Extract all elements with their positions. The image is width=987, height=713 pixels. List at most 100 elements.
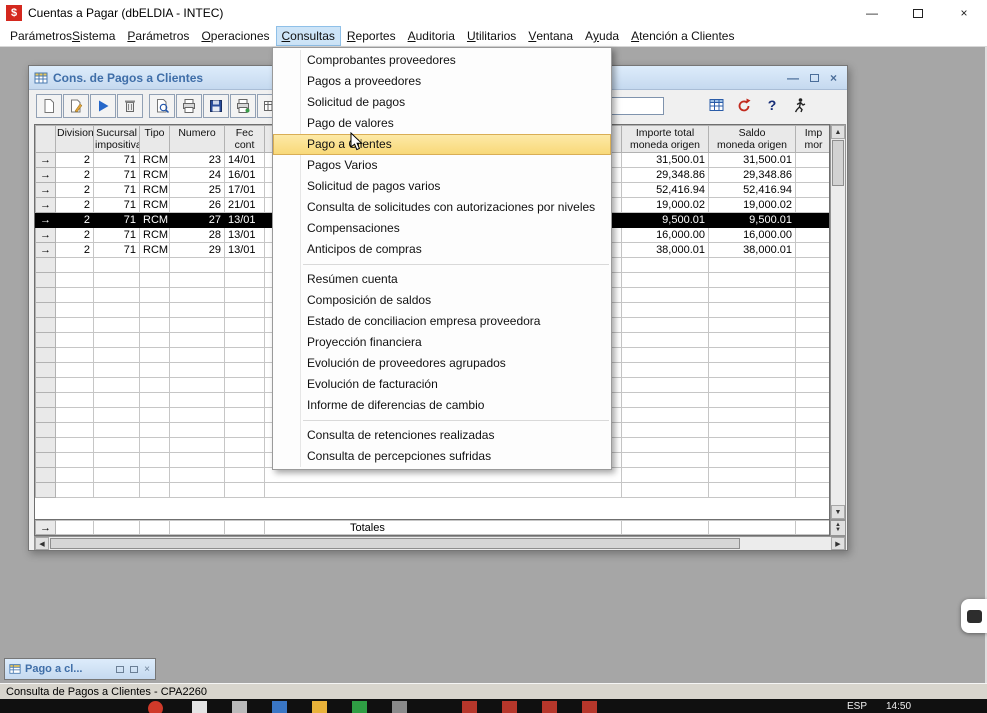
menu-item-estado-de-conciliacion-empresa-proveedora[interactable]: Estado de conciliacion empresa proveedor… — [273, 311, 611, 332]
cell[interactable]: 17/01 — [225, 183, 265, 198]
table-view-button[interactable] — [707, 96, 725, 114]
scroll-down-button[interactable]: ▼ — [831, 505, 845, 519]
cell[interactable]: 2 — [56, 213, 94, 228]
cell[interactable]: 2 — [56, 168, 94, 183]
column-header-tipo[interactable]: Tipo — [140, 126, 170, 153]
cell[interactable]: 26 — [170, 198, 225, 213]
scroll-left-button[interactable]: ◀ — [35, 537, 49, 550]
menu-item-consulta-de-solicitudes-con-autorizaciones-por-niveles[interactable]: Consulta de solicitudes con autorizacion… — [273, 197, 611, 218]
cell[interactable]: 71 — [94, 183, 140, 198]
cell[interactable]: 2 — [56, 228, 94, 243]
cell[interactable]: RCM — [140, 153, 170, 168]
row-marker[interactable]: → — [36, 153, 56, 168]
horizontal-scroll-thumb[interactable] — [50, 538, 740, 549]
cell[interactable]: 16/01 — [225, 168, 265, 183]
row-spinner[interactable]: ▲ ▼ — [830, 520, 846, 536]
minwin-restore-button[interactable] — [116, 666, 124, 673]
menu-item-pago-a-clientes[interactable]: Pago a Clientes — [273, 134, 611, 155]
save-button[interactable] — [203, 94, 229, 118]
print-setup-button[interactable] — [230, 94, 256, 118]
cell[interactable]: 38,000.01 — [709, 243, 796, 258]
horizontal-scrollbar[interactable]: ◀ ▶ — [34, 536, 846, 551]
new-button[interactable] — [36, 94, 62, 118]
menubar-item-utilitarios[interactable]: Utilitarios — [461, 26, 522, 46]
cell[interactable]: 29 — [170, 243, 225, 258]
child-restore-button[interactable] — [810, 74, 819, 82]
cell[interactable]: 71 — [94, 198, 140, 213]
language-indicator[interactable]: ESP — [847, 701, 867, 712]
cell[interactable]: 38,000.01 — [622, 243, 709, 258]
menu-item-comprobantes-proveedores[interactable]: Comprobantes proveedores — [273, 50, 611, 71]
cell[interactable] — [796, 168, 831, 183]
cell[interactable]: 14/01 — [225, 153, 265, 168]
row-marker[interactable]: → — [36, 183, 56, 198]
menubar-item-operaciones[interactable]: Operaciones — [195, 26, 275, 46]
menu-item-resumen-cuenta[interactable]: Resúmen cuenta — [273, 269, 611, 290]
print-button[interactable] — [176, 94, 202, 118]
cell[interactable]: 71 — [94, 213, 140, 228]
cell[interactable]: 71 — [94, 228, 140, 243]
column-header-division[interactable]: Division — [56, 126, 94, 153]
cell[interactable] — [796, 198, 831, 213]
menu-item-consulta-de-percepciones-sufridas[interactable]: Consulta de percepciones sufridas — [273, 446, 611, 467]
cell[interactable]: 28 — [170, 228, 225, 243]
menubar-item-consultas[interactable]: Consultas — [276, 26, 341, 46]
cell[interactable]: 19,000.02 — [622, 198, 709, 213]
taskbar-app-icon[interactable] — [232, 701, 247, 713]
menu-item-compensaciones[interactable]: Compensaciones — [273, 218, 611, 239]
child-minimize-button[interactable]: — — [787, 71, 799, 85]
column-header-fec-cont[interactable]: Feccont — [225, 126, 265, 153]
cell[interactable]: 13/01 — [225, 213, 265, 228]
delete-button[interactable] — [117, 94, 143, 118]
cell[interactable]: 2 — [56, 198, 94, 213]
cell[interactable]: 21/01 — [225, 198, 265, 213]
cell[interactable]: 2 — [56, 153, 94, 168]
refresh-button[interactable] — [735, 96, 753, 114]
cell[interactable]: 52,416.94 — [709, 183, 796, 198]
minwin-maximize-button[interactable] — [130, 666, 138, 673]
cell[interactable]: 71 — [94, 243, 140, 258]
menu-item-evolucion-de-proveedores-agrupados[interactable]: Evolución de proveedores agrupados — [273, 353, 611, 374]
cell[interactable]: RCM — [140, 213, 170, 228]
menu-item-anticipos-de-compras[interactable]: Anticipos de compras — [273, 239, 611, 260]
cell[interactable] — [796, 228, 831, 243]
menubar-item-ayuda[interactable]: Ayuda — [579, 26, 625, 46]
taskbar-app-icon[interactable] — [192, 701, 207, 713]
cell[interactable]: 13/01 — [225, 243, 265, 258]
taskbar-folder-icon[interactable] — [312, 701, 327, 713]
cell[interactable]: 24 — [170, 168, 225, 183]
minwin-close-button[interactable]: × — [144, 664, 150, 675]
menubar-item-parametros-sistema[interactable]: Parámetros Sistema — [4, 26, 121, 46]
cell[interactable]: RCM — [140, 228, 170, 243]
cell[interactable]: 16,000.00 — [622, 228, 709, 243]
cell[interactable] — [796, 213, 831, 228]
menubar-item-reportes[interactable]: Reportes — [341, 26, 402, 46]
clock[interactable]: 14:50 — [886, 701, 911, 712]
row-marker[interactable]: → — [36, 168, 56, 183]
run-button[interactable] — [90, 94, 116, 118]
cell[interactable]: 2 — [56, 243, 94, 258]
help-button[interactable]: ? — [763, 96, 781, 114]
cell[interactable]: 71 — [94, 153, 140, 168]
column-header-importe-total-moneda-origen[interactable]: Importe totalmoneda origen — [622, 126, 709, 153]
taskbar-app-icon[interactable] — [392, 701, 407, 713]
cell[interactable]: 19,000.02 — [709, 198, 796, 213]
cell[interactable]: 13/01 — [225, 228, 265, 243]
menu-item-pagos-varios[interactable]: Pagos Varios — [273, 155, 611, 176]
menubar-item-auditoria[interactable]: Auditoria — [402, 26, 461, 46]
taskbar-app-icon[interactable] — [582, 701, 597, 713]
menu-item-composicion-de-saldos[interactable]: Composición de saldos — [273, 290, 611, 311]
menu-item-consulta-de-retenciones-realizadas[interactable]: Consulta de retenciones realizadas — [273, 425, 611, 446]
maximize-button[interactable] — [895, 0, 941, 26]
minimized-window[interactable]: Pago a cl... × — [4, 658, 156, 680]
chat-widget[interactable] — [961, 599, 987, 633]
edit-button[interactable] — [63, 94, 89, 118]
menu-item-proyeccion-financiera[interactable]: Proyección financiera — [273, 332, 611, 353]
menu-item-solicitud-de-pagos-varios[interactable]: Solicitud de pagos varios — [273, 176, 611, 197]
row-marker[interactable]: → — [36, 198, 56, 213]
minimize-button[interactable]: — — [849, 0, 895, 26]
cell[interactable]: 16,000.00 — [709, 228, 796, 243]
close-button[interactable]: × — [941, 0, 987, 26]
cell[interactable]: 25 — [170, 183, 225, 198]
cell[interactable]: 9,500.01 — [622, 213, 709, 228]
